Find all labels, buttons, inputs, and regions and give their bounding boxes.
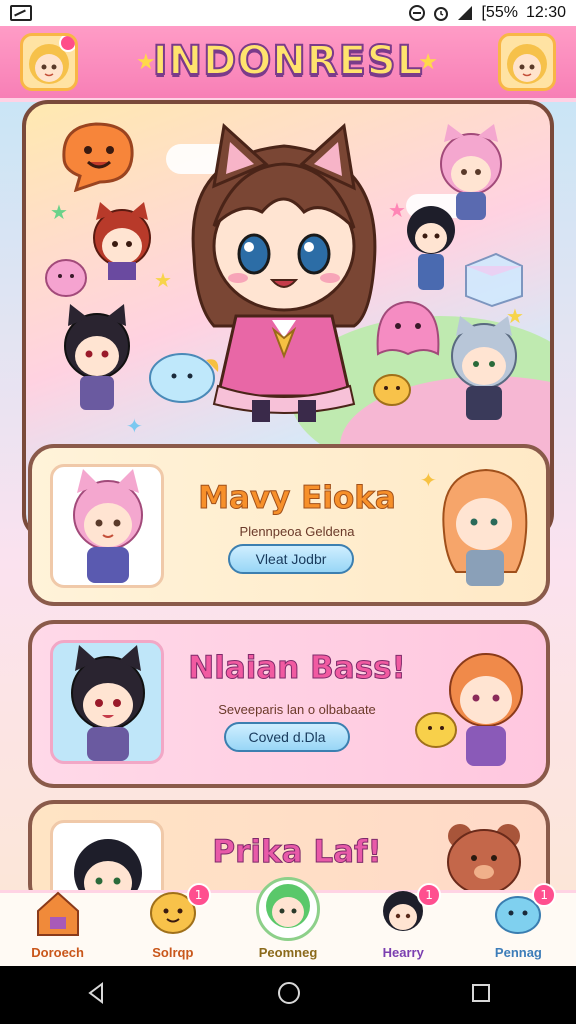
nav-item-center[interactable]: Peomneg <box>230 877 345 966</box>
nav-label: Pennag <box>494 945 542 960</box>
yellow-blob-mascot <box>373 374 411 406</box>
clock: 12:30 <box>525 4 566 21</box>
app-header: ★ INDONRESL ★ <box>0 26 576 102</box>
orange-hair-character <box>442 468 528 586</box>
nav-label: Doroech <box>31 945 84 960</box>
status-bar: [55% 12:30 <box>0 0 576 26</box>
recents-icon[interactable] <box>470 982 492 1008</box>
nav-label: Hearry <box>382 945 424 960</box>
card-subtitle: Plennpeoa Geldena <box>239 524 355 539</box>
yellow-blob-mascot <box>415 712 457 748</box>
card-title: Prika Laf! <box>212 834 382 871</box>
crystal-cube-icon <box>465 252 523 308</box>
blue-whale-mascot <box>149 353 219 403</box>
card-action-button[interactable]: Coved d.Dla <box>224 722 350 752</box>
ginger-hair-character <box>449 653 523 766</box>
notification-badge: 1 <box>532 883 557 907</box>
nav-label: Peomneg <box>258 945 318 960</box>
system-navigation-bar <box>0 966 576 1024</box>
home-icon[interactable] <box>276 980 302 1010</box>
notification-badge: 1 <box>186 883 211 907</box>
friend-avatar[interactable] <box>498 33 556 91</box>
black-hair-character <box>64 304 130 410</box>
notification-icon <box>10 5 32 21</box>
star-icon: ★ <box>418 50 438 75</box>
back-icon[interactable] <box>84 981 108 1009</box>
signal-icon <box>457 5 473 21</box>
card-action-button[interactable]: Vleat Jodbr <box>228 544 354 574</box>
pink-ghost-mascot <box>376 300 440 356</box>
star-icon: ★ <box>50 200 68 224</box>
nav-item-chat[interactable]: 1 Solrqp <box>115 883 230 966</box>
nav-item-home[interactable]: Doroech <box>0 891 115 966</box>
star-icon: ★ <box>506 304 524 328</box>
nav-label: Solrqp <box>152 945 194 960</box>
nav-item-pets[interactable]: 1 Pennag <box>461 883 576 966</box>
battery-text: [55% <box>481 4 518 21</box>
red-hair-character <box>93 202 151 280</box>
alarm-icon <box>433 5 449 21</box>
green-hair-character-icon <box>256 877 320 941</box>
character-thumbnail <box>50 464 164 588</box>
nav-item-friends[interactable]: 1 Hearry <box>346 883 461 966</box>
card-title: Nlaian Bass! <box>188 650 406 687</box>
bottom-navigation: Doroech 1 Solrqp Peomneg 1 Hearry 1 Penn… <box>0 877 576 966</box>
star-icon: ✦ <box>420 468 437 492</box>
dnd-icon <box>409 5 426 21</box>
notification-badge: 1 <box>417 883 442 907</box>
card-title: Mavy Eioka <box>198 480 397 517</box>
star-icon: ★ <box>388 198 406 222</box>
character-card[interactable]: Mavy Eioka Plennpeoa Geldena Vleat Jodbr… <box>28 444 550 606</box>
character-thumbnail <box>50 640 164 764</box>
bear-mascot <box>447 824 521 895</box>
orange-blob-mascot <box>62 122 134 192</box>
star-icon: ★ <box>154 268 172 292</box>
character-card[interactable]: Nlaian Bass! Seveeparis lan o olbabaate … <box>28 620 550 788</box>
house-icon <box>32 887 84 939</box>
card-subtitle: Seveeparis lan o olbabaate <box>218 702 376 717</box>
star-icon: ✦ <box>126 414 143 438</box>
silver-hair-character <box>451 316 517 420</box>
app-title: INDONRESL <box>152 37 424 85</box>
pink-blob-mascot <box>45 259 87 297</box>
